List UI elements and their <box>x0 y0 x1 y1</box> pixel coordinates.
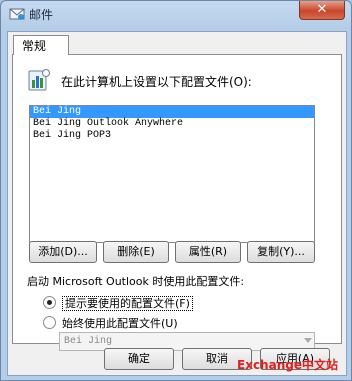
prompt-profile-label: 提示要使用的配置文件(F) <box>62 296 193 311</box>
tab-panel-general: 在此计算机上设置以下配置文件(O): Bei Jing Bei Jing Out… <box>12 54 342 351</box>
profiles-listbox[interactable]: Bei Jing Bei Jing Outlook Anywhere Bei J… <box>29 105 315 243</box>
prompt-profile-radio[interactable] <box>43 296 56 309</box>
copy-profile-button[interactable]: 复制(Y)... <box>247 241 315 263</box>
mail-profiles-icon <box>28 69 50 91</box>
chevron-down-icon <box>304 338 312 343</box>
close-button[interactable]: ✕ <box>299 1 345 20</box>
profile-select-value: Bei Jing <box>64 336 113 347</box>
watermark-text: Exchange中文站 <box>237 358 338 372</box>
add-profile-button[interactable]: 添加(D)... <box>29 241 97 263</box>
startup-label: 启动 Microsoft Outlook 时使用此配置文件: <box>27 275 245 288</box>
mail-app-icon <box>9 8 25 20</box>
profile-item-bei-jing-outlook-anywhere[interactable]: Bei Jing Outlook Anywhere <box>30 118 314 130</box>
always-use-profile-option[interactable]: 始终使用此配置文件(U) <box>43 315 178 331</box>
prompt-profile-option[interactable]: 提示要使用的配置文件(F) <box>43 295 193 311</box>
ok-button[interactable]: 确定 <box>104 348 174 370</box>
title-bar[interactable]: 邮件 ✕ <box>1 1 351 27</box>
profile-item-bei-jing[interactable]: Bei Jing <box>30 106 314 118</box>
dialog-client-area: 常规 在此计算机上设置以下配置文件(O): Bei Jing Bei Jing … <box>7 31 347 376</box>
mail-dialog-window: 邮件 ✕ 常规 在此计算机上设置以下配置文件(O): Bei Jing Bei … <box>0 0 352 381</box>
properties-button[interactable]: 属性(R) <box>175 241 241 263</box>
tab-general[interactable]: 常规 <box>13 35 69 55</box>
remove-profile-button[interactable]: 删除(E) <box>103 241 169 263</box>
always-use-profile-radio[interactable] <box>43 316 56 329</box>
window-title: 邮件 <box>29 8 54 22</box>
profile-item-bei-jing-pop3[interactable]: Bei Jing POP3 <box>30 130 314 142</box>
always-use-profile-label: 始终使用此配置文件(U) <box>62 317 178 330</box>
profiles-prompt: 在此计算机上设置以下配置文件(O): <box>61 75 252 89</box>
